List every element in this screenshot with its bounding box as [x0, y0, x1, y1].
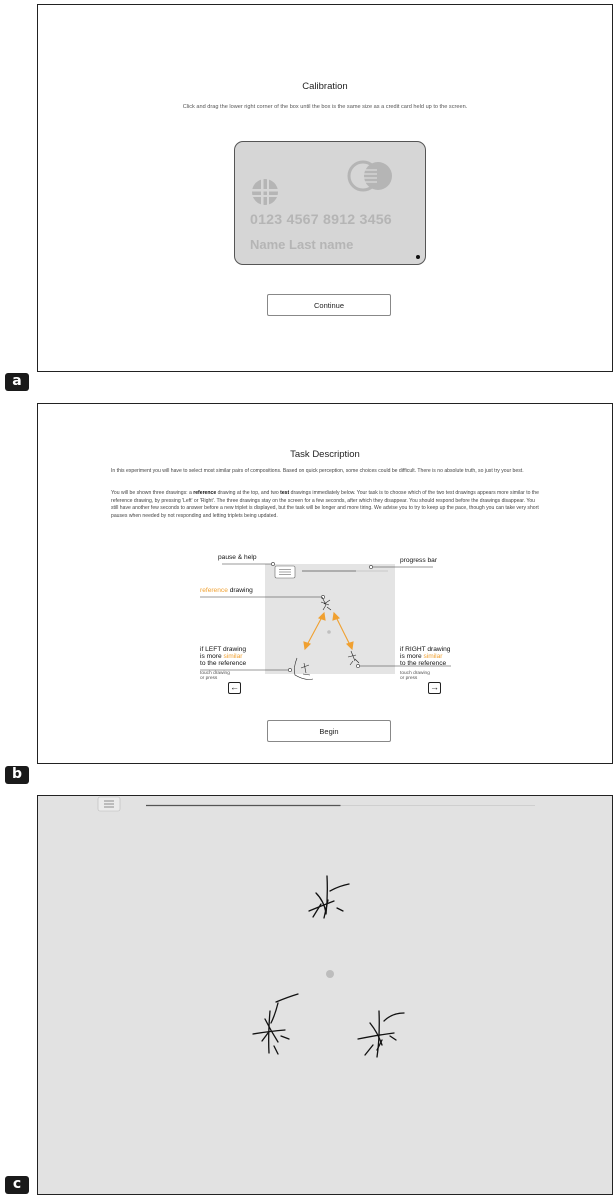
- panel-label-c: c: [5, 1176, 29, 1194]
- reference-drawing-label: reference drawing: [200, 587, 253, 594]
- calibration-panel: Calibration Click and drag the lower rig…: [37, 4, 613, 372]
- left-choice-label: if LEFT drawing is more similar to the r…: [200, 646, 247, 667]
- trial-canvas: [97, 796, 535, 1058]
- right-drawing-mini: [347, 650, 360, 666]
- right-test-drawing[interactable]: [357, 1010, 405, 1058]
- panel-label-b: b: [5, 766, 29, 784]
- left-drawing-mini: [294, 657, 314, 680]
- credit-card-box[interactable]: 0123 4567 8912 3456 Name Last name: [234, 141, 426, 265]
- reference-drawing: [308, 875, 350, 919]
- pause-help-label: pause & help: [218, 554, 257, 561]
- reference-drawing-mini: [320, 596, 332, 611]
- right-choice-label: if RIGHT drawing is more similar to the …: [400, 646, 451, 667]
- card-holder-name: Name Last name: [250, 237, 354, 252]
- trial-panel: [37, 795, 613, 1195]
- panel-label-a: a: [5, 373, 29, 391]
- calibration-instruction: Click and drag the lower right corner of…: [182, 104, 468, 110]
- left-key-icon: ←: [228, 682, 241, 694]
- left-touch-hint: touch drawing or press: [200, 671, 230, 682]
- continue-button[interactable]: Continue: [267, 294, 391, 316]
- diagram-overlay: [200, 562, 451, 680]
- chip-icon: [252, 179, 278, 205]
- begin-button[interactable]: Begin: [267, 720, 391, 742]
- right-touch-hint: touch drawing or press: [400, 671, 430, 682]
- card-number: 0123 4567 8912 3456: [250, 212, 392, 228]
- card-brand-logo-icon: [347, 160, 392, 192]
- fixation-dot: [326, 970, 334, 978]
- task-description-panel: Task Description In this experiment you …: [37, 403, 613, 764]
- progress-bar-label: progress bar: [400, 557, 438, 564]
- left-test-drawing[interactable]: [252, 993, 299, 1055]
- menu-button[interactable]: [97, 796, 121, 812]
- calibration-title: Calibration: [302, 81, 348, 92]
- resize-handle[interactable]: [416, 255, 420, 259]
- right-key-icon: →: [428, 682, 441, 694]
